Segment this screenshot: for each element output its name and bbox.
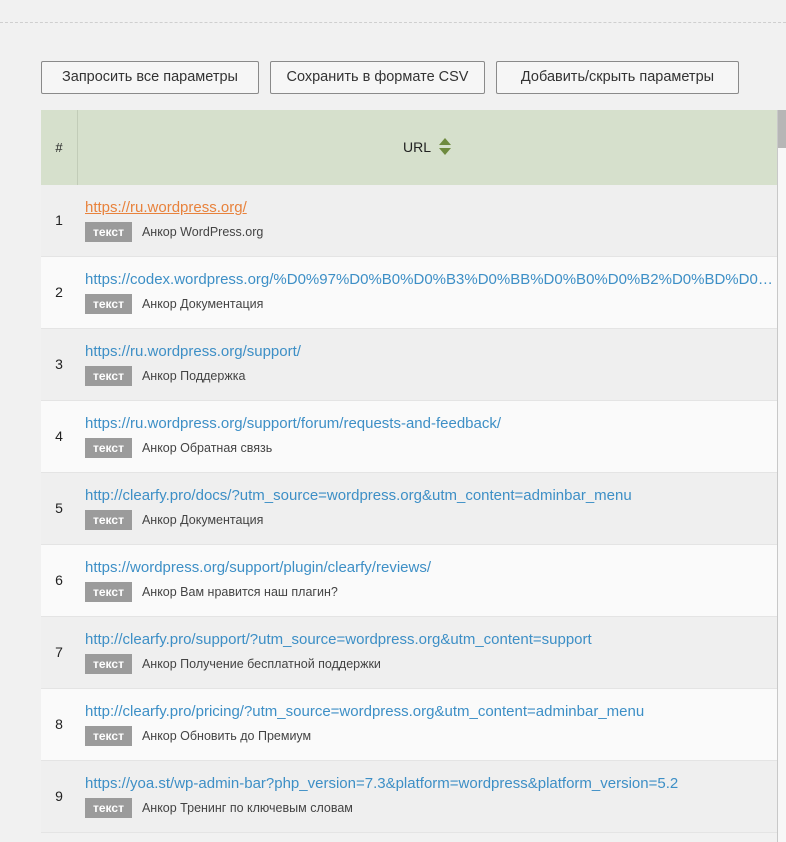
table-row: 1 https://ru.wordpress.org/текст Анкор Wor… — [41, 185, 786, 257]
type-badge: текст — [85, 798, 132, 818]
scrollbar[interactable] — [777, 110, 786, 842]
row-number: 3 — [55, 356, 63, 372]
row-number: 7 — [55, 644, 63, 660]
column-header-url-label: URL — [402, 139, 431, 155]
row-number: 2 — [55, 284, 63, 300]
anchor-text: Анкор WordPress.org — [141, 225, 264, 239]
top-divider — [0, 22, 786, 23]
type-badge: текст — [85, 222, 132, 242]
link-meta: текст Анкор Документация — [85, 510, 263, 530]
link-meta: текст Анкор WordPress.org — [85, 222, 263, 242]
url-link[interactable]: https://codex.wordpress.org/%D0%97%D0%B0… — [85, 271, 775, 288]
row-number: 4 — [55, 428, 63, 444]
url-link[interactable]: https://wordpress.org/support/plugin/cle… — [85, 559, 775, 576]
anchor-text: Анкор Поддержка — [141, 369, 246, 383]
link-meta: текст Анкор Поддержка — [85, 366, 245, 386]
row-number: 5 — [55, 500, 63, 516]
column-header-number: # — [41, 110, 78, 185]
url-link[interactable]: http://clearfy.pro/docs/?utm_source=word… — [85, 487, 775, 504]
row-number: 6 — [55, 572, 63, 588]
table-row: 2 https://codex.wordpress.org/%D0%97%D0%B… — [41, 257, 786, 329]
table-row: 8 http://clearfy.pro/pricing/?utm_source=… — [41, 689, 786, 761]
table-row: 5 http://clearfy.pro/docs/?utm_source=wor… — [41, 473, 786, 545]
table-row: 7 http://clearfy.pro/support/?utm_source=… — [41, 617, 786, 689]
table-row: 3 https://ru.wordpress.org/support/текст А… — [41, 329, 786, 401]
type-badge: текст — [85, 726, 132, 746]
url-link[interactable]: https://ru.wordpress.org/support/ — [85, 343, 775, 360]
url-link[interactable]: http://clearfy.pro/support/?utm_source=w… — [85, 631, 775, 648]
row-number: 9 — [55, 788, 63, 804]
url-link[interactable]: https://ru.wordpress.org/ — [85, 199, 775, 216]
type-badge: текст — [85, 510, 132, 530]
row-number: 8 — [55, 716, 63, 732]
link-meta: текст Анкор Вам нравится наш плагин? — [85, 582, 338, 602]
anchor-text: Анкор Документация — [141, 297, 264, 311]
row-number: 1 — [55, 212, 63, 228]
link-meta: текст Анкор Тренинг по ключевым словам — [85, 798, 353, 818]
anchor-text: Анкор Вам нравится наш плагин? — [141, 585, 338, 599]
table-row: 6 https://wordpress.org/support/plugin/cl… — [41, 545, 786, 617]
table-body: 1 https://ru.wordpress.org/текст Анкор Wor… — [41, 185, 786, 833]
anchor-text: Анкор Получение бесплатной поддержки — [141, 657, 381, 671]
links-table: # URL 1 https://ru.wordpress.org/текст Анк… — [41, 110, 786, 833]
anchor-text: Анкор Документация — [141, 513, 264, 527]
toggle-params-button[interactable]: Добавить/скрыть параметры — [496, 61, 739, 94]
table-row: 4 https://ru.wordpress.org/support/forum/… — [41, 401, 786, 473]
link-meta: текст Анкор Получение бесплатной поддержк… — [85, 654, 381, 674]
type-badge: текст — [85, 366, 132, 386]
sort-icon[interactable] — [439, 137, 451, 157]
type-badge: текст — [85, 294, 132, 314]
column-header-url[interactable]: URL — [77, 110, 777, 185]
url-link[interactable]: http://clearfy.pro/pricing/?utm_source=w… — [85, 703, 775, 720]
save-csv-button[interactable]: Сохранить в формате CSV — [270, 61, 485, 94]
anchor-text: Анкор Обратная связь — [141, 441, 273, 455]
table-row: 9 https://yoa.st/wp-admin-bar?php_version… — [41, 761, 786, 833]
anchor-text: Анкор Тренинг по ключевым словам — [141, 801, 353, 815]
anchor-text: Анкор Обновить до Премиум — [141, 729, 312, 743]
url-link[interactable]: https://yoa.st/wp-admin-bar?php_version=… — [85, 775, 775, 792]
url-link[interactable]: https://ru.wordpress.org/support/forum/r… — [85, 415, 775, 432]
request-all-params-button[interactable]: Запросить все параметры — [41, 61, 259, 94]
type-badge: текст — [85, 438, 132, 458]
type-badge: текст — [85, 582, 132, 602]
link-meta: текст Анкор Обратная связь — [85, 438, 272, 458]
link-meta: текст Анкор Обновить до Премиум — [85, 726, 311, 746]
scrollbar-thumb[interactable] — [778, 110, 786, 148]
table-header: # URL — [41, 110, 786, 185]
link-meta: текст Анкор Документация — [85, 294, 263, 314]
type-badge: текст — [85, 654, 132, 674]
